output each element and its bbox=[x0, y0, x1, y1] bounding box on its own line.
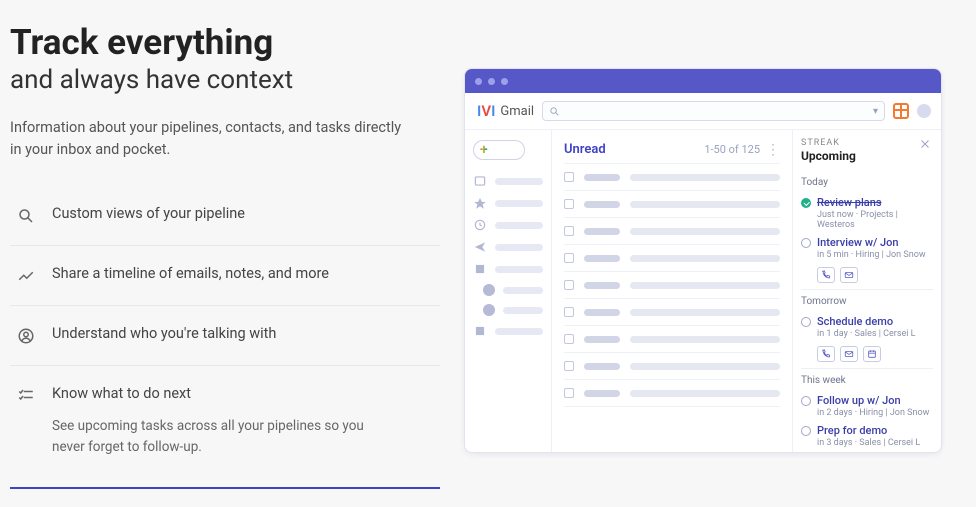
gmail-nav-rail: + bbox=[465, 130, 551, 452]
inbox-tab-unread[interactable]: Unread bbox=[564, 142, 606, 157]
gmail-logo: IVI Gmail bbox=[477, 102, 534, 120]
checklist-icon bbox=[16, 386, 36, 406]
feature-tasks[interactable]: Know what to do next See upcoming tasks … bbox=[10, 366, 440, 489]
feature-timeline[interactable]: Share a timeline of emails, notes, and m… bbox=[10, 246, 440, 306]
task-meta: in 5 min · Hiring | Jon Snow bbox=[817, 250, 926, 260]
gmail-m-icon: IVI bbox=[477, 102, 495, 120]
gmail-header: IVI Gmail ▾ bbox=[465, 93, 941, 130]
chevron-down-icon: ▾ bbox=[873, 106, 878, 117]
calendar-icon[interactable] bbox=[863, 346, 881, 362]
mail-icon[interactable] bbox=[840, 267, 858, 283]
streak-sidebar: STREAK Upcoming Today Review plans Just … bbox=[793, 130, 941, 452]
task-check-icon[interactable] bbox=[801, 317, 811, 327]
group-thisweek: This week bbox=[801, 368, 933, 386]
square-icon bbox=[473, 262, 487, 276]
sidebar-title: Upcoming bbox=[801, 149, 856, 163]
task-meta: in 3 days · Sales | Cersei L bbox=[817, 438, 920, 448]
phone-icon[interactable] bbox=[817, 346, 835, 362]
feature-label: Understand who you're talking with bbox=[52, 325, 276, 342]
timeline-icon bbox=[16, 266, 36, 286]
task-item[interactable]: Review plans Just now · Projects | Weste… bbox=[801, 193, 933, 233]
task-name: Prep for demo bbox=[817, 424, 920, 437]
task-item[interactable]: Follow up w/ Jon in 2 days · Hiring | Jo… bbox=[801, 391, 933, 421]
search-icon bbox=[549, 102, 560, 121]
nav-sent[interactable] bbox=[473, 240, 543, 254]
sidebar-brand: STREAK bbox=[801, 138, 856, 148]
group-tomorrow: Tomorrow bbox=[801, 289, 933, 307]
inbox-icon bbox=[473, 174, 487, 188]
window-dot bbox=[488, 78, 495, 85]
dot-icon bbox=[483, 304, 495, 316]
mail-row[interactable] bbox=[552, 380, 792, 406]
task-item[interactable]: Interview w/ Jon in 5 min · Hiring | Jon… bbox=[801, 233, 933, 263]
mail-row[interactable] bbox=[552, 218, 792, 244]
mail-row[interactable] bbox=[552, 164, 792, 190]
feature-label: Know what to do next bbox=[52, 385, 392, 402]
mail-row[interactable] bbox=[552, 272, 792, 298]
lede: Information about your pipelines, contac… bbox=[10, 117, 410, 162]
window-dot bbox=[501, 78, 508, 85]
mail-row[interactable] bbox=[552, 191, 792, 217]
feature-label: Share a timeline of emails, notes, and m… bbox=[52, 265, 329, 282]
more-icon[interactable]: ⋮ bbox=[766, 143, 780, 157]
task-name: Interview w/ Jon bbox=[817, 236, 926, 249]
send-icon bbox=[473, 240, 487, 254]
square-icon bbox=[473, 324, 487, 338]
mail-row[interactable] bbox=[552, 353, 792, 379]
task-item[interactable]: Prep for demo in 3 days · Sales | Cersei… bbox=[801, 421, 933, 451]
star-icon bbox=[473, 196, 487, 210]
inbox-pane: Unread 1-50 of 125 ⋮ bbox=[551, 130, 793, 452]
task-meta: in 1 day · Sales | Cersei L bbox=[817, 329, 916, 339]
nav-sub-item[interactable] bbox=[473, 304, 543, 316]
nav-inbox[interactable] bbox=[473, 174, 543, 188]
search-icon bbox=[16, 206, 36, 226]
nav-item[interactable] bbox=[473, 324, 543, 338]
task-check-icon[interactable] bbox=[801, 198, 811, 208]
task-name: Review plans bbox=[817, 196, 933, 209]
mail-row[interactable] bbox=[552, 245, 792, 271]
gmail-mock-window: IVI Gmail ▾ + bbox=[464, 68, 942, 453]
subheadline: and always have context bbox=[10, 65, 440, 95]
streak-pipeline-icon[interactable] bbox=[893, 103, 909, 119]
mail-icon[interactable] bbox=[840, 346, 858, 362]
search-input[interactable]: ▾ bbox=[542, 101, 885, 121]
feature-description: See upcoming tasks across all your pipel… bbox=[52, 416, 392, 457]
avatar[interactable] bbox=[917, 104, 931, 118]
task-name: Schedule demo bbox=[817, 315, 916, 328]
task-check-icon[interactable] bbox=[801, 426, 811, 436]
nav-starred[interactable] bbox=[473, 196, 543, 210]
task-name: Follow up w/ Jon bbox=[817, 394, 929, 407]
task-check-icon[interactable] bbox=[801, 396, 811, 406]
person-icon bbox=[16, 326, 36, 346]
task-item[interactable]: Schedule demo in 1 day · Sales | Cersei … bbox=[801, 312, 933, 342]
group-today: Today bbox=[801, 177, 933, 188]
mail-row[interactable] bbox=[552, 299, 792, 325]
feature-list: Custom views of your pipeline Share a ti… bbox=[10, 185, 440, 489]
task-item[interactable]: Check in w/ Missy in 3 days · Projects |… bbox=[801, 451, 933, 453]
task-meta: Just now · Projects | Westeros bbox=[817, 210, 933, 230]
window-titlebar bbox=[465, 69, 941, 93]
headline: Track everything bbox=[10, 24, 440, 63]
close-icon[interactable] bbox=[919, 138, 933, 152]
nav-sub-item[interactable] bbox=[473, 284, 543, 296]
clock-icon bbox=[473, 218, 487, 232]
window-dot bbox=[475, 78, 482, 85]
mail-row[interactable] bbox=[552, 326, 792, 352]
feature-label: Custom views of your pipeline bbox=[52, 205, 245, 222]
feature-custom-views[interactable]: Custom views of your pipeline bbox=[10, 186, 440, 246]
gmail-name: Gmail bbox=[500, 104, 534, 119]
inbox-count: 1-50 of 125 bbox=[704, 143, 760, 156]
task-meta: in 2 days · Hiring | Jon Snow bbox=[817, 408, 929, 418]
compose-button[interactable]: + bbox=[473, 140, 525, 160]
dot-icon bbox=[483, 284, 495, 296]
nav-item[interactable] bbox=[473, 262, 543, 276]
feature-contacts[interactable]: Understand who you're talking with bbox=[10, 306, 440, 366]
plus-icon: + bbox=[480, 143, 488, 157]
task-check-icon[interactable] bbox=[801, 238, 811, 248]
phone-icon[interactable] bbox=[817, 267, 835, 283]
nav-snoozed[interactable] bbox=[473, 218, 543, 232]
